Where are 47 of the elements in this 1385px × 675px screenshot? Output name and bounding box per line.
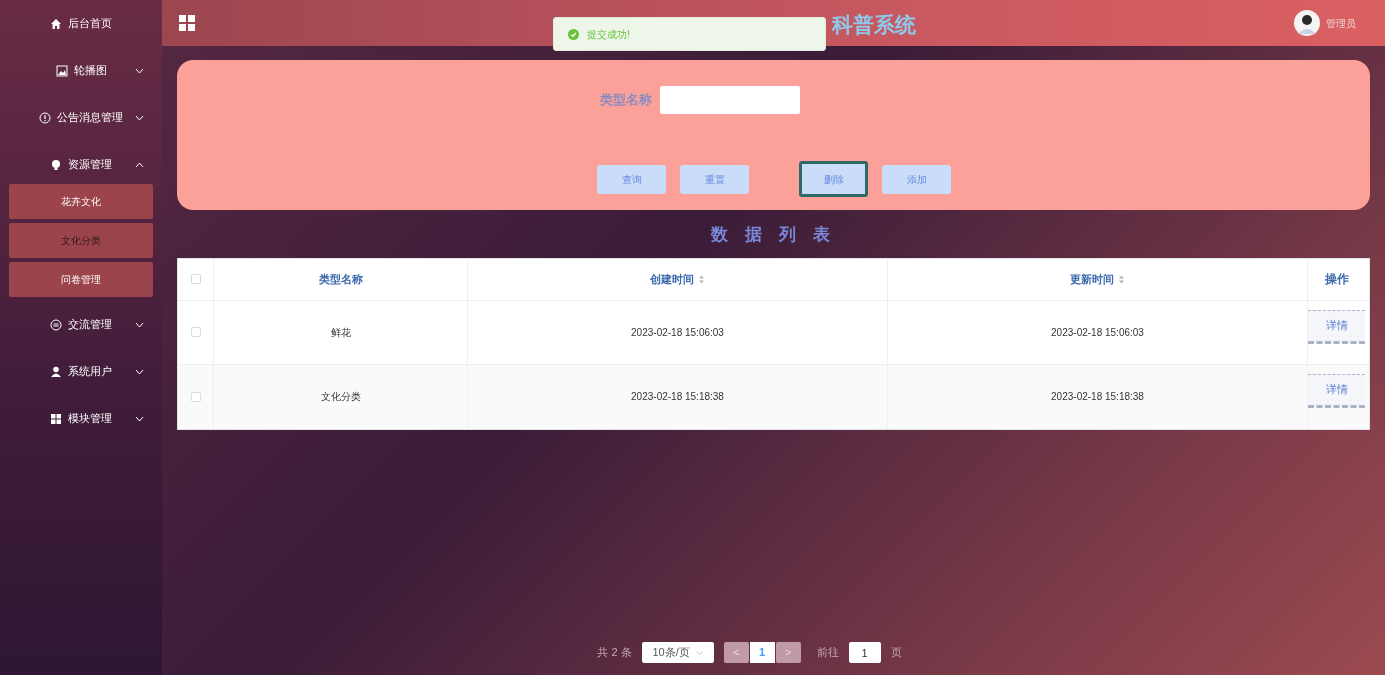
table-cell-text: 2023-02-18 15:06:03 (1051, 325, 1144, 340)
total-count: 共 2 条 (597, 645, 632, 661)
lightbulb-icon (50, 158, 62, 171)
table-cell-text: 鲜花 (330, 325, 351, 340)
grid-icon[interactable] (179, 15, 195, 31)
menu-item[interactable]: 模块管理 (0, 405, 162, 432)
user-icon (50, 365, 62, 378)
menu-item[interactable]: 公告消息管理 (0, 104, 162, 131)
avatar[interactable] (1294, 10, 1320, 36)
checkbox[interactable] (190, 327, 201, 337)
success-icon (568, 28, 579, 40)
field-label: 类型名称 (600, 91, 652, 110)
menu-item[interactable]: 后台首页 (0, 10, 162, 37)
menu-item[interactable]: 系统用户 (0, 358, 162, 385)
table-cell-text: 2023-02-18 15:06:03 (631, 325, 724, 340)
checkbox[interactable] (190, 391, 201, 402)
column-header: 类型名称 (318, 271, 363, 287)
goto-page-field[interactable]: 1 (848, 642, 881, 663)
submenu-item[interactable]: 问卷管理 (9, 262, 153, 297)
table-cell-text: 2023-02-18 15:18:38 (631, 390, 724, 404)
table-cell-text: 2023-02-18 15:18:38 (1051, 390, 1144, 404)
list-title: 数 据 列 表 (711, 224, 836, 246)
menu-item[interactable]: 资源管理 (0, 151, 162, 178)
home-icon (50, 17, 62, 30)
info-icon (39, 111, 51, 124)
column-header: 创建时间 (650, 271, 694, 287)
page-size-select[interactable]: 10条/页 (641, 642, 714, 663)
column-header: 更新时间 (1070, 271, 1114, 287)
submenu-item[interactable]: 花卉文化 (9, 184, 153, 219)
type-name-field[interactable] (660, 86, 800, 114)
details-button[interactable]: 详情 (1308, 373, 1365, 408)
table-cell-text: 文化分类 (320, 390, 361, 404)
sort-icon[interactable] (698, 274, 705, 284)
page-suffix: 页 (890, 645, 902, 661)
checkbox[interactable] (190, 274, 201, 284)
menu-item[interactable]: 轮播图 (0, 57, 162, 84)
chat-icon (50, 318, 62, 331)
app-title: 科普系统 (832, 12, 916, 38)
details-button[interactable]: 详情 (1308, 309, 1365, 344)
toast-message: 提交成功! (587, 27, 630, 42)
image-icon (55, 64, 68, 77)
grid-icon (50, 412, 62, 425)
menu-item[interactable]: 交流管理 (0, 311, 162, 338)
column-header: 操作 (1325, 271, 1349, 288)
caret-icon (695, 650, 703, 655)
goto-label: 前往 (816, 645, 839, 661)
sort-icon[interactable] (1118, 274, 1125, 284)
